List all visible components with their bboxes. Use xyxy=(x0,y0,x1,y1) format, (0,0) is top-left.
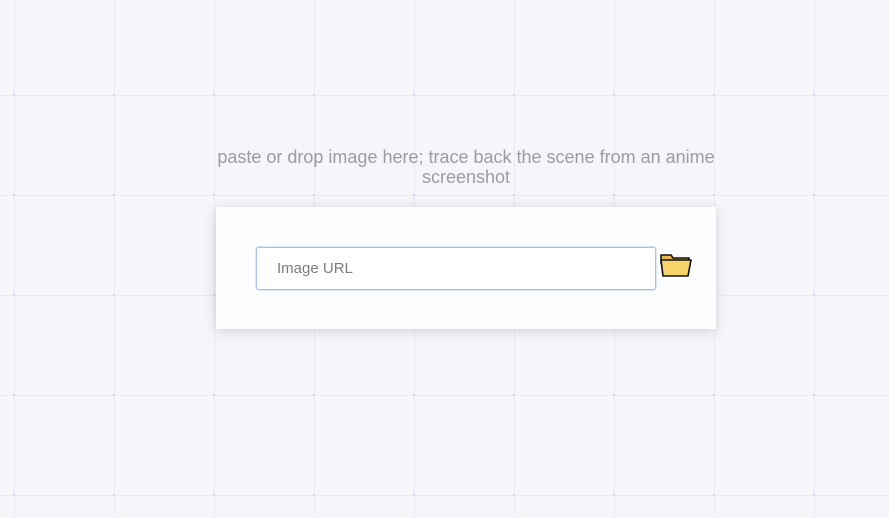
page: { "hint": { "text": "paste or drop image… xyxy=(0,0,889,518)
folder-icon xyxy=(660,254,692,277)
open-file-button[interactable] xyxy=(659,251,693,279)
image-url-input[interactable] xyxy=(256,247,656,290)
search-card[interactable] xyxy=(216,207,716,329)
drop-hint: paste or drop image here; trace back the… xyxy=(217,147,715,187)
